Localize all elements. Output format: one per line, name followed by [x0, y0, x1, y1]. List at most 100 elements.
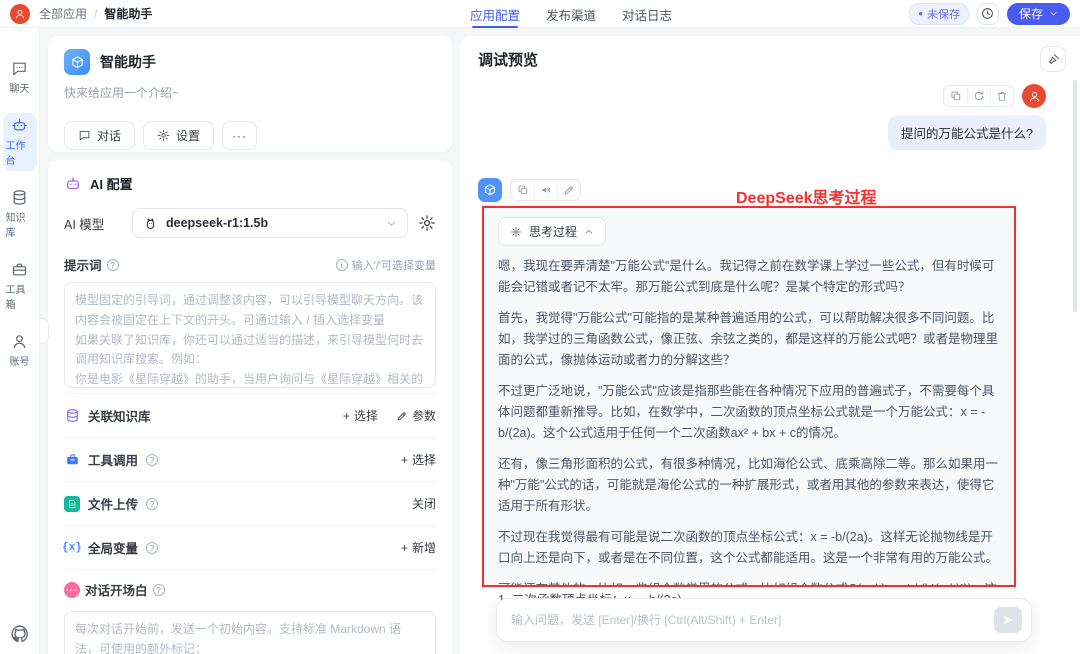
help-icon[interactable]: ? — [106, 258, 119, 271]
thinking-paragraph: 嗯，我现在要弄清楚"万能公式"是什么。我记得之前在数学课上学过一些公式，但有时候… — [498, 259, 995, 294]
app-subtitle[interactable]: 快来给应用一个介绍~ — [64, 84, 436, 101]
edit-icon[interactable] — [557, 180, 580, 200]
app-buttons: 对话 设置 ··· — [64, 121, 436, 150]
opening-textarea[interactable] — [64, 611, 436, 654]
tab-publish-channel[interactable]: 发布渠道 — [546, 0, 596, 28]
plus-icon: + — [400, 452, 408, 467]
person-icon — [1029, 91, 1039, 101]
github-link[interactable] — [10, 624, 30, 644]
chat-input[interactable] — [511, 613, 994, 627]
sidebar-item-label: 工作台 — [5, 141, 26, 167]
knowledge-params-button[interactable]: 参数 — [396, 407, 436, 424]
cube-icon — [485, 184, 495, 196]
delete-icon[interactable] — [990, 86, 1013, 106]
chevron-up-icon — [585, 229, 593, 234]
app-title: 智能助手 — [100, 54, 156, 70]
more-button[interactable]: ··· — [222, 121, 258, 150]
chat-scrollbar[interactable] — [1073, 80, 1077, 312]
user-message-toolbar — [943, 85, 1014, 107]
tab-app-config[interactable]: 应用配置 — [470, 0, 520, 28]
model-select[interactable]: deepseek-r1:1.5b — [132, 208, 408, 238]
knowledge-params-label: 参数 — [411, 409, 436, 423]
knowledge-row: 关联知识库 + 选择 参数 — [64, 393, 436, 437]
settings-button-label: 设置 — [176, 129, 201, 143]
model-label: AI 模型 — [64, 217, 105, 232]
edit-icon — [397, 411, 406, 420]
help-icon[interactable]: ? — [152, 583, 165, 596]
tool-select-button[interactable]: + 选择 — [401, 451, 436, 468]
ai-config-title: AI 配置 — [90, 177, 133, 192]
send-icon — [1003, 615, 1013, 625]
database-icon — [66, 409, 78, 422]
app-card: 智能助手 快来给应用一个介绍~ 对话 设置 ··· — [48, 36, 452, 152]
panel-collapse-handle[interactable] — [40, 318, 49, 344]
knowledge-select-button[interactable]: + 选择 — [343, 407, 378, 424]
model-settings-gear-icon[interactable] — [418, 214, 436, 232]
ai-config-header: AI 配置 — [64, 174, 436, 193]
sidebar-item-workbench[interactable]: 工作台 — [2, 113, 37, 171]
dialog-button-label: 对话 — [97, 129, 122, 143]
knowledge-select-label: 选择 — [353, 409, 378, 423]
assistant-message-toolbar — [510, 179, 581, 201]
robot-icon — [67, 176, 79, 189]
prompt-textarea[interactable] — [64, 282, 436, 388]
model-row: AI 模型 deepseek-r1:1.5b — [64, 208, 436, 238]
user-message-group: 提问的万能公式是什么? — [888, 84, 1046, 150]
copy-icon[interactable] — [511, 180, 534, 200]
dialog-button[interactable]: 对话 — [64, 121, 136, 150]
save-button[interactable]: 保存 — [1006, 2, 1070, 25]
tool-select-label: 选择 — [411, 453, 436, 467]
prompt-hint-text: 输入'/'可选择变量 — [351, 259, 436, 272]
user-avatar — [1022, 84, 1046, 108]
chevron-down-icon — [387, 221, 396, 226]
app-icon — [64, 49, 90, 75]
clear-chat-button[interactable] — [1040, 46, 1066, 72]
speaker-icon[interactable] — [534, 180, 557, 200]
file-upload-toggle[interactable]: 关闭 — [412, 495, 436, 512]
sidebar-item-label: 知识库 — [5, 213, 26, 239]
settings-button[interactable]: 设置 — [143, 121, 215, 150]
cube-icon — [71, 55, 83, 68]
breadcrumb-current: 智能助手 — [104, 7, 153, 21]
help-icon[interactable]: ? — [146, 453, 159, 466]
retry-icon[interactable] — [967, 86, 990, 106]
top-bar: 全部应用 / 智能助手 应用配置 发布渠道 对话日志 • 未保存 保存 — [0, 0, 1080, 28]
global-var-add-button[interactable]: + 新增 — [401, 539, 436, 556]
save-label: 保存 — [1018, 7, 1043, 21]
history-button[interactable] — [976, 2, 999, 25]
ai-config-card: AI 配置 AI 模型 deepseek-r1:1.5b 提示词? i 输入'/'… — [48, 160, 452, 654]
opening-chat-icon: ··· — [64, 581, 80, 598]
opening-row: ··· 对话开场白 ? — [64, 569, 436, 609]
assistant-avatar — [478, 178, 502, 202]
sidebar-item-knowledge[interactable]: 知识库 — [3, 185, 37, 243]
prompt-label: 提示词 — [64, 259, 102, 273]
sidebar-item-chat[interactable]: 聊天 — [3, 56, 37, 99]
chat-icon — [79, 130, 90, 141]
global-var-row: {x} 全局变量 ? + 新增 — [62, 525, 436, 569]
app-card-header: 智能助手 — [64, 49, 436, 75]
copy-icon[interactable] — [944, 86, 967, 106]
breadcrumb-all-apps[interactable]: 全部应用 — [39, 5, 87, 22]
sidebar-item-toolbox[interactable]: 工具箱 — [3, 257, 37, 315]
file-upload-label: 文件上传 — [88, 498, 139, 512]
help-icon[interactable]: ? — [146, 541, 159, 554]
clock-icon — [982, 8, 994, 19]
user-message-bubble: 提问的万能公式是什么? — [888, 115, 1046, 150]
help-icon[interactable]: ? — [146, 497, 159, 510]
breadcrumb-separator: / — [94, 6, 98, 21]
tool-label: 工具调用 — [88, 454, 139, 468]
thinking-content: 嗯，我现在要弄清楚"万能公式"是什么。我记得之前在数学课上学过一些公式，但有时候… — [498, 256, 1000, 585]
thinking-paragraph: 不过更广泛地说，"万能公式"应该是指那些能在各种情况下应用的普遍式子，不需要每个… — [498, 384, 995, 440]
toolbox-icon — [12, 263, 27, 276]
preview-title: 调试预览 — [478, 52, 539, 69]
unsaved-label: 未保存 — [926, 8, 960, 21]
send-button[interactable] — [994, 607, 1022, 633]
user-avatar[interactable] — [10, 3, 30, 24]
info-icon: i — [335, 258, 348, 271]
debug-preview-panel: 调试预览 提问的万能公式是什么? DeepSeek思考过程 思考过程 嗯，我现在… — [460, 36, 1080, 654]
prompt-row: 提示词? i 输入'/'可选择变量 — [64, 255, 436, 274]
plus-icon: + — [400, 540, 408, 555]
tab-chat-log[interactable]: 对话日志 — [622, 0, 672, 28]
thinking-toggle[interactable]: 思考过程 — [498, 217, 607, 246]
sidebar-item-account[interactable]: 账号 — [3, 329, 37, 372]
